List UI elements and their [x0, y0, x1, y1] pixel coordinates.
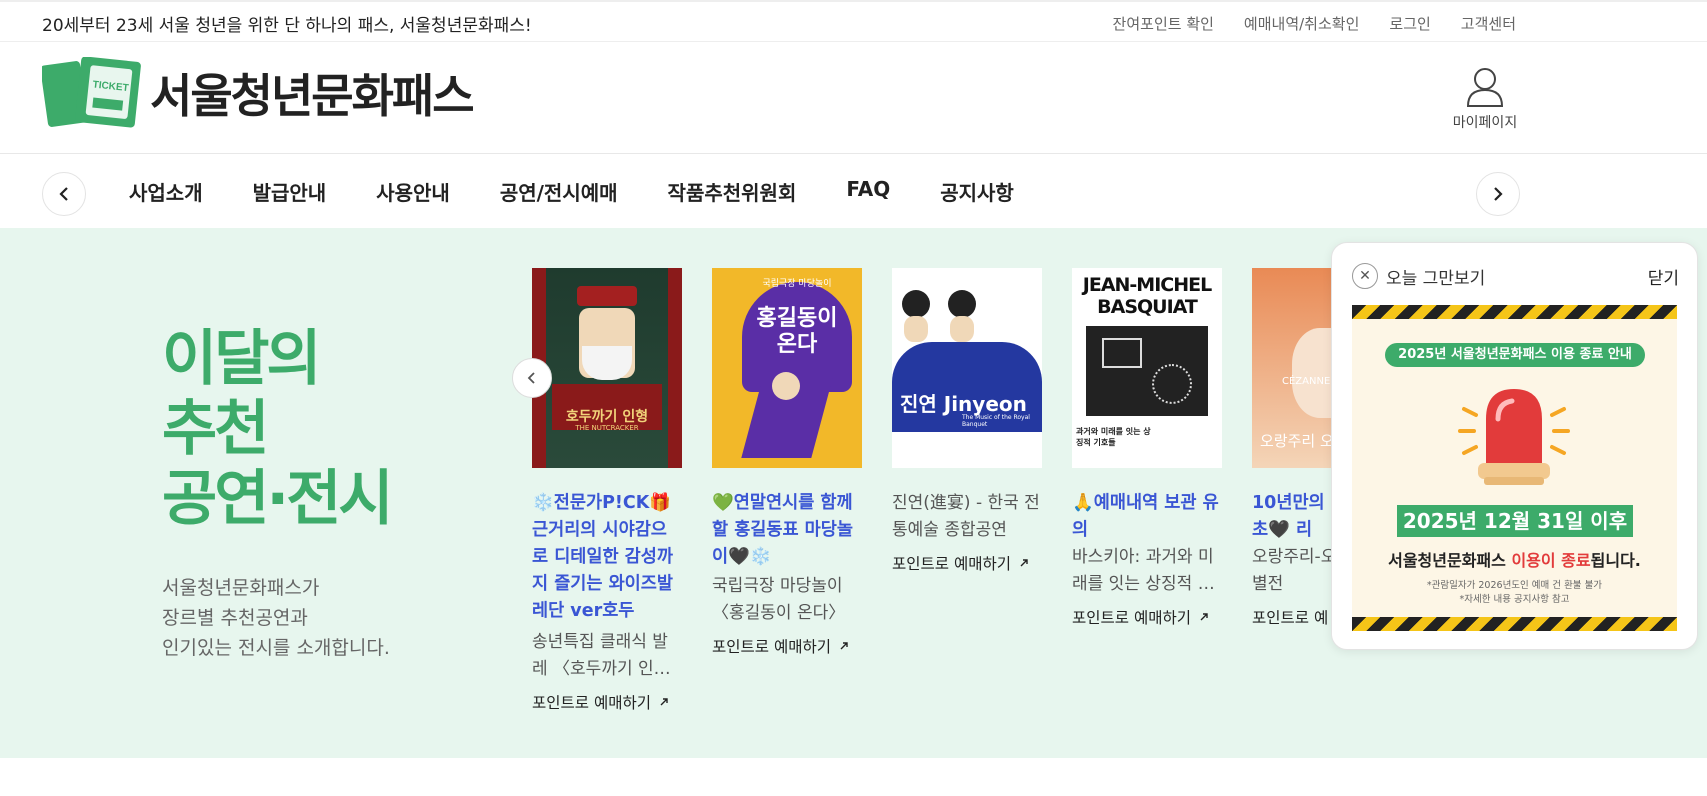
headline-line-2: 추천 — [162, 394, 269, 464]
chevron-right-icon — [1494, 187, 1503, 201]
nav-item-notice[interactable]: 공지사항 — [940, 177, 1014, 206]
poster-subtitle: 과거와 미래를 잇는 상징적 기호들 — [1076, 427, 1151, 447]
notice-popup: ✕ 오늘 그만보기 닫기 2025년 서울청년문화패스 이용 종료 안내 202… — [1331, 242, 1698, 650]
poster-subtitle: 국립극장 마당놀이 — [762, 279, 832, 289]
poster-subtitle: THE NUTCRACKER — [575, 424, 639, 432]
site-logo[interactable]: TICKET 서울청년문화패스 — [40, 56, 475, 129]
end-notice-part-a: 서울청년문화패스 — [1388, 551, 1512, 570]
poster-image[interactable]: 진연 Jinyeon The Music of the Royal Banque… — [892, 268, 1042, 468]
section-headline: 이달의 추천 공연·전시 — [162, 324, 394, 534]
carousel-prev-button[interactable] — [512, 358, 552, 398]
siren-icon — [1458, 389, 1570, 485]
booking-history-link[interactable]: 예매내역/취소확인 — [1244, 13, 1359, 34]
poster-image[interactable]: JEAN-MICHEL BASQUIAT 과거와 미래를 잇는 상징적 기호들 — [1072, 268, 1222, 468]
end-notice-highlight: 이용이 종료 — [1511, 551, 1591, 570]
poster-subtitle: The Music of the Royal Banquet — [962, 414, 1030, 428]
poster-title: JEAN-MICHEL BASQUIAT — [1082, 274, 1212, 318]
mypage-label: 마이페이지 — [1452, 115, 1518, 131]
nav-item-about[interactable]: 사업소개 — [129, 177, 203, 206]
headline-line-3: 공연·전시 — [162, 464, 394, 534]
login-link[interactable]: 로그인 — [1389, 13, 1430, 34]
dont-show-today-label: 오늘 그만보기 — [1386, 268, 1486, 289]
book-button-label: 포인트로 예매하기 — [712, 638, 832, 656]
recommend-card[interactable]: 국립극장 마당놀이 홍길동이 온다 💚연말연시를 함께할 홍길동표 마당놀이🖤❄… — [712, 268, 862, 657]
book-with-points-button[interactable]: 포인트로 예매하기 — [532, 691, 682, 713]
poster-title: 호두까기 인형 — [565, 409, 649, 425]
arrow-up-right-icon — [660, 698, 668, 706]
nav-item-committee[interactable]: 작품추천위원회 — [668, 177, 797, 206]
remaining-points-link[interactable]: 잔여포인트 확인 — [1113, 13, 1214, 34]
caution-stripe-top — [1352, 305, 1677, 319]
dont-show-today-button[interactable]: ✕ 오늘 그만보기 — [1352, 263, 1485, 289]
card-subtitle: 국립극장 마당놀이 〈홍길동이 온다〉 — [712, 576, 846, 623]
arrow-up-right-icon — [1020, 559, 1028, 567]
close-icon: ✕ — [1352, 263, 1378, 289]
headline-line-1: 이달의 — [162, 324, 322, 394]
card-title[interactable]: ❄️전문가P!CK🎁근거리의 시야감으로 디테일한 감성까지 즐기는 와이즈발레… — [532, 490, 682, 625]
customer-center-link[interactable]: 고객센터 — [1461, 13, 1516, 34]
nav-next-button[interactable] — [1476, 172, 1520, 216]
poster-image[interactable]: 호두까기 인형 THE NUTCRACKER — [532, 268, 682, 468]
refund-note: *관람일자가 2026년도인 예매 건 환불 불가 — [1426, 580, 1603, 591]
card-title[interactable]: 💚연말연시를 함께할 홍길동표 마당놀이🖤❄️ — [712, 490, 862, 571]
logo-text: 서울청년문화패스 — [150, 69, 475, 123]
desc-line-2: 장르별 추천공연과 — [162, 607, 308, 629]
top-utility-bar: 20세부터 23세 서울 청년을 위한 단 하나의 패스, 서울청년문화패스! … — [0, 0, 1707, 42]
popup-controls: ✕ 오늘 그만보기 닫기 — [1352, 263, 1679, 289]
site-header: TICKET 서울청년문화패스 마이페이지 — [0, 42, 1707, 154]
popup-close-button[interactable]: 닫기 — [1648, 264, 1679, 289]
desc-line-1: 서울청년문화패스가 — [162, 577, 320, 599]
poster-title: 홍길동이 온다 — [756, 306, 838, 357]
ticket-logo-icon: TICKET — [40, 56, 142, 129]
card-subtitle: 진연(進宴) - 한국 전통예술 종합공연 — [892, 493, 1040, 540]
card-subtitle: 송년특집 클래식 발레 〈호두까기 인… — [532, 632, 671, 679]
poster-title: 진연 Jinyeon — [900, 392, 1027, 416]
recommend-card[interactable]: 호두까기 인형 THE NUTCRACKER ❄️전문가P!CK🎁근거리의 시야… — [532, 268, 682, 713]
desc-line-3: 인기있는 전시를 소개합니다. — [162, 637, 390, 659]
chevron-left-icon — [59, 187, 68, 201]
nav-item-usage[interactable]: 사용안내 — [376, 177, 450, 206]
notice-ref-note: *자세한 내용 공지사항 참고 — [1459, 594, 1570, 605]
user-icon — [1466, 68, 1504, 107]
recommend-card[interactable]: JEAN-MICHEL BASQUIAT 과거와 미래를 잇는 상징적 기호들 … — [1072, 268, 1222, 628]
utility-links: 잔여포인트 확인 예매내역/취소확인 로그인 고객센터 — [1113, 13, 1516, 34]
book-button-label: 포인트로 예매하기 — [1072, 609, 1192, 627]
mypage-button[interactable]: 마이페이지 — [1450, 66, 1520, 132]
card-title[interactable]: 🙏예매내역 보관 유의 — [1072, 490, 1222, 544]
section-description: 서울청년문화패스가 장르별 추천공연과 인기있는 전시를 소개합니다. — [162, 573, 390, 663]
arrow-up-right-icon — [1200, 613, 1208, 621]
end-notice-part-b: 됩니다. — [1590, 551, 1641, 570]
book-button-label: 포인트로 예 — [1252, 609, 1329, 627]
banner-pill: 2025년 서울청년문화패스 이용 종료 안내 — [1385, 343, 1645, 367]
book-with-points-button[interactable]: 포인트로 예매하기 — [892, 552, 1042, 574]
arrow-up-right-icon — [840, 642, 848, 650]
main-nav: 사업소개 발급안내 사용안내 공연/전시예매 작품추천위원회 FAQ 공지사항 — [0, 155, 1707, 228]
poster-image[interactable]: 국립극장 마당놀이 홍길동이 온다 — [712, 268, 862, 468]
book-with-points-button[interactable]: 포인트로 예매하기 — [712, 635, 862, 657]
nav-items: 사업소개 발급안내 사용안내 공연/전시예매 작품추천위원회 FAQ 공지사항 — [129, 177, 1064, 206]
chevron-left-icon — [527, 372, 535, 384]
book-button-label: 포인트로 예매하기 — [892, 555, 1012, 573]
nav-item-faq[interactable]: FAQ — [846, 177, 890, 206]
end-date-banner: 2025년 12월 31일 이후 — [1397, 505, 1633, 537]
book-button-label: 포인트로 예매하기 — [532, 694, 652, 712]
caution-stripe-bottom — [1352, 617, 1677, 631]
nav-prev-button[interactable] — [42, 172, 86, 216]
end-notice-line: 서울청년문화패스 이용이 종료됩니다. — [1352, 547, 1677, 571]
book-with-points-button[interactable]: 포인트로 예매하기 — [1072, 606, 1222, 628]
nav-item-booking[interactable]: 공연/전시예매 — [500, 177, 618, 206]
card-subtitle: 바스키아: 과거와 미래를 잇는 상징적 … — [1072, 547, 1215, 594]
nav-item-issuance[interactable]: 발급안내 — [253, 177, 327, 206]
popup-banner[interactable]: 2025년 서울청년문화패스 이용 종료 안내 2025년 12월 31일 이후… — [1352, 305, 1677, 631]
recommend-card[interactable]: 진연 Jinyeon The Music of the Royal Banque… — [892, 268, 1042, 574]
site-tagline: 20세부터 23세 서울 청년을 위한 단 하나의 패스, 서울청년문화패스! — [42, 16, 532, 36]
